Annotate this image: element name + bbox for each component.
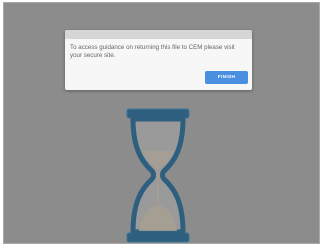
dialog-message: To access guidance on returning this fil… [70,44,235,60]
dialog-header [65,30,252,39]
notification-dialog: To access guidance on returning this fil… [65,30,252,90]
finish-button[interactable]: FINISH [205,71,248,84]
modal-overlay: To access guidance on returning this fil… [3,2,320,244]
hourglass-icon [122,107,194,243]
